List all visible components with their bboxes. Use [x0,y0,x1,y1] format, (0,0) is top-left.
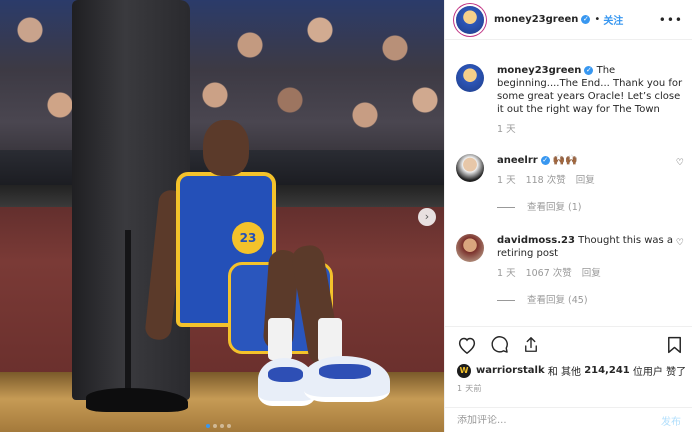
liker-avatar[interactable]: W [457,363,471,378]
author-avatar[interactable] [456,5,484,34]
caption-meta: 1 天 [497,123,686,136]
comment-like-count[interactable]: 1067 次赞 [526,267,572,280]
carousel-dot-active [206,424,210,428]
follow-button[interactable]: 关注 [603,12,623,27]
replies-line [497,207,515,208]
comment-text: 🙌🏾🙌🏾 [552,155,578,166]
bookmark-icon[interactable] [667,336,682,354]
carousel-dot [220,424,224,428]
heart-icon[interactable] [457,336,477,354]
verified-badge-icon: ✓ [581,15,591,24]
comment-heart-icon[interactable]: ♡ [676,238,684,248]
commenter-avatar[interactable] [456,154,484,182]
post-photo[interactable]: 23 › [0,0,444,432]
comment-time: 1 天 [497,268,516,279]
player-head [203,120,249,176]
post-comment-button[interactable]: 发布 [661,413,681,428]
author-username[interactable]: money23green [494,14,578,25]
comment-item: aneelrr ✓ 🙌🏾🙌🏾 1 天 118 次赞 回复 查看回复 (1) ♡ [456,154,686,214]
player-sock-left [268,318,292,360]
referee-leg-gap [125,230,131,400]
commenter-avatar[interactable] [456,234,484,262]
commenter-username[interactable]: davidmoss.23 [497,235,575,246]
caption-username[interactable]: money23green [497,65,581,76]
post-actions: W warriorstalk 和 其他 214,241 位用户 赞了 1 天前 … [445,326,692,432]
comment-time: 1 天 [497,175,516,186]
view-replies-label: 查看回复 (1) [527,202,582,213]
likes-text-end: 位用户 赞了 [629,367,687,378]
share-icon[interactable] [522,335,540,354]
comment-meta: 1 天 1067 次赞 回复 [497,267,686,280]
reply-button[interactable]: 回复 [582,267,601,280]
caption: money23green ✓ The beginning....The End..… [456,64,686,136]
comment-meta: 1 天 118 次赞 回复 [497,174,686,187]
comment-input[interactable] [457,415,661,426]
posted-ago: 1 天前 [457,384,482,393]
jersey-number: 23 [232,222,264,254]
comment-item: davidmoss.23 Thought this was a retiring… [456,234,686,307]
likes-summary: W warriorstalk 和 其他 214,241 位用户 赞了 [457,363,686,378]
more-options-icon[interactable]: ••• [659,13,683,27]
comment-like-count[interactable]: 118 次赞 [526,174,566,187]
verified-badge-icon: ✓ [584,66,594,75]
reply-button[interactable]: 回复 [576,174,595,187]
verified-badge-icon: ✓ [540,156,550,165]
carousel-dot [213,424,217,428]
view-replies-button[interactable]: 查看回复 (45) [497,294,686,307]
carousel-dots [206,424,231,428]
replies-line [497,300,515,301]
comment-body: davidmoss.23 Thought this was a retiring… [497,234,686,307]
likes-count[interactable]: 214,241 [584,365,630,376]
caption-time: 1 天 [497,124,516,135]
comment-body: aneelrr ✓ 🙌🏾🙌🏾 1 天 118 次赞 回复 查看回复 (1) [497,154,686,214]
action-icons [457,335,540,354]
post-header: money23green ✓ • 关注 ••• [445,0,692,40]
carousel-dot [227,424,231,428]
view-replies-button[interactable]: 查看回复 (1) [497,201,686,214]
post-sidebar: money23green ✓ • 关注 ••• money23green ✓ Th… [444,0,692,432]
likes-text-mid: 和 其他 [544,367,585,378]
next-image-arrow[interactable]: › [418,208,436,226]
caption-avatar[interactable] [456,64,484,92]
view-replies-label: 查看回复 (45) [527,295,588,306]
header-separator: • [594,14,601,25]
caption-body: money23green ✓ The beginning....The End..… [497,64,686,136]
comment-icon[interactable] [490,335,509,354]
commenter-username[interactable]: aneelrr [497,155,538,166]
comment-composer: 发布 [445,407,692,432]
instagram-post: 23 › money23green ✓ • 关注 ••• money23gree… [0,0,692,432]
comment-heart-icon[interactable]: ♡ [676,158,684,168]
liker-username[interactable]: warriorstalk [476,365,545,376]
